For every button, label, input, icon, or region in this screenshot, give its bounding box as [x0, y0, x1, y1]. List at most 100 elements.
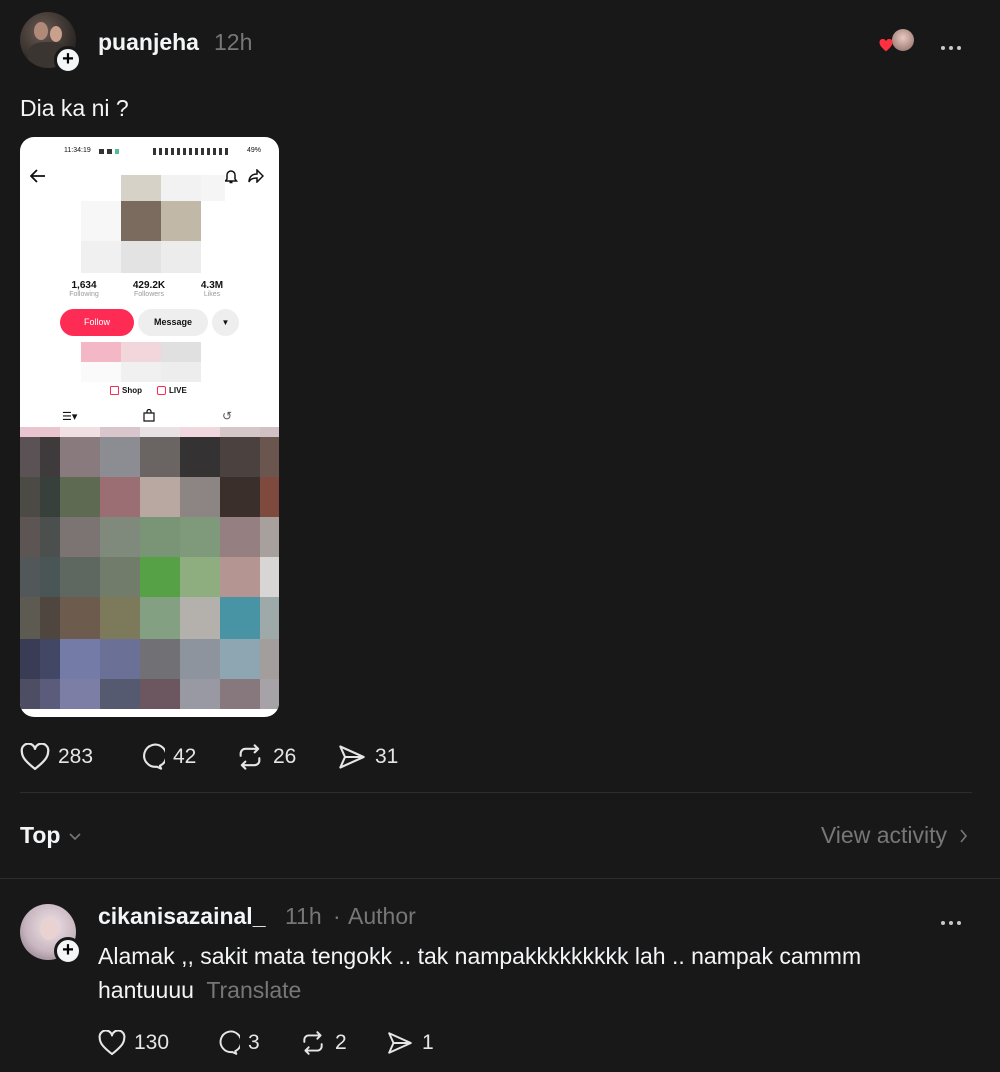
reply-more-icon[interactable] [941, 912, 965, 930]
repost-icon [303, 1031, 323, 1055]
share-button[interactable]: 31 [337, 743, 398, 771]
reply-button[interactable]: 42 [135, 743, 196, 771]
send-icon [388, 1032, 412, 1054]
stat-following[interactable]: 1,634 Following [62, 280, 106, 298]
dropdown-button[interactable]: ▼ [212, 309, 239, 336]
signal-icons [153, 148, 229, 155]
pixel-block [100, 597, 140, 639]
shop-tab-icon[interactable] [143, 408, 155, 427]
post-username[interactable]: puanjeha [98, 29, 199, 56]
view-activity-label: View activity [820, 822, 947, 848]
like-count: 283 [58, 745, 94, 768]
reply-count: 42 [173, 745, 197, 768]
stat-label: Followers [134, 291, 164, 298]
stat-value: 429.2K [132, 280, 166, 291]
pixel-block [260, 477, 279, 517]
pixel-block [140, 477, 180, 517]
bell-icon[interactable] [224, 168, 238, 189]
pixel-block [40, 679, 60, 709]
pixel-block [220, 427, 260, 437]
pixel-block [220, 517, 260, 557]
sort-label: Top [20, 822, 61, 848]
repost-count: 26 [273, 745, 297, 768]
share-icon[interactable] [248, 168, 265, 188]
message-button[interactable]: Message [138, 309, 208, 336]
author-badge: Author [348, 903, 416, 929]
reply-like-button[interactable]: 130 [98, 1030, 169, 1056]
follow-plus-icon[interactable]: + [54, 46, 82, 74]
pixel-block [60, 679, 100, 709]
share-count: 1 [422, 1031, 434, 1054]
pixel-block [180, 679, 220, 709]
pixel-block [220, 597, 260, 639]
liker-avatar[interactable] [892, 29, 914, 51]
stat-value: 1,634 [71, 280, 97, 291]
view-activity-link[interactable]: View activity [821, 822, 968, 849]
pixel-block [40, 437, 60, 477]
battery-level: 49% [247, 147, 262, 154]
reply-time: 11h [285, 903, 322, 929]
pixel-block [140, 597, 180, 639]
live-icon [157, 386, 166, 395]
follow-button[interactable]: Follow [60, 309, 134, 336]
translate-link[interactable]: Translate [206, 977, 301, 1003]
pixel-block [180, 477, 220, 517]
videos-tab-icon[interactable]: ☰▾ [62, 410, 77, 423]
like-button[interactable]: 283 [20, 743, 93, 771]
reply-reply-button[interactable]: 3 [212, 1030, 260, 1056]
pixel-block [140, 557, 180, 597]
repost-button[interactable]: 26 [235, 743, 296, 771]
like-count: 130 [134, 1031, 170, 1054]
pixel-block [140, 517, 180, 557]
pixel-block [260, 437, 279, 477]
pixel-block [220, 639, 260, 679]
repost-count: 2 [335, 1031, 347, 1054]
pixel-block [20, 557, 40, 597]
pixel-block [260, 639, 279, 679]
shop-link[interactable]: Shop [110, 386, 142, 395]
post-image[interactable]: 11:34:19 49% 1,634 Following 429.2K Foll… [20, 137, 279, 717]
post-text: Dia ka ni ? [20, 95, 129, 121]
divider [20, 792, 972, 793]
pixel-block [140, 427, 180, 437]
sort-dropdown[interactable]: Top [20, 822, 82, 849]
pixel-block [40, 597, 60, 639]
pixel-block [40, 639, 60, 679]
pixel-block [20, 517, 40, 557]
pixel-block [20, 639, 40, 679]
chevron-right-icon [960, 828, 968, 843]
pixel-block [20, 437, 40, 477]
stat-label: Likes [203, 291, 221, 298]
heart-badge-icon [879, 38, 893, 57]
shop-bag-icon [110, 386, 119, 395]
shop-label: Shop [122, 386, 142, 395]
repost-icon [239, 744, 261, 770]
reply-repost-button[interactable]: 2 [299, 1030, 347, 1056]
stat-likes[interactable]: 4.3M Likes [192, 280, 232, 298]
pixel-block [100, 679, 140, 709]
stat-followers[interactable]: 429.2K Followers [126, 280, 172, 298]
reply-body: Alamak ,, sakit mata tengokk .. tak namp… [98, 939, 958, 1007]
pixel-block [60, 557, 100, 597]
reply-username[interactable]: cikanisazainal_ [98, 903, 266, 930]
post-time: 12h [214, 29, 253, 55]
heart-icon [20, 743, 50, 770]
reply-share-button[interactable]: 1 [386, 1030, 434, 1056]
live-link[interactable]: LIVE [157, 386, 187, 395]
pixel-block [220, 557, 260, 597]
pixel-block [260, 427, 279, 437]
pixel-block [60, 437, 100, 477]
pixel-block [60, 597, 100, 639]
pixel-block [180, 597, 220, 639]
repost-tab-icon[interactable]: ↺ [222, 409, 232, 423]
post-more-icon[interactable] [941, 37, 965, 55]
pixel-block [60, 517, 100, 557]
follow-plus-icon[interactable]: + [54, 937, 82, 965]
back-arrow-icon[interactable] [29, 169, 46, 188]
status-icons [99, 149, 123, 154]
stat-label: Following [69, 291, 99, 298]
pixel-block [100, 427, 140, 437]
pixel-block [20, 427, 40, 437]
pixel-block [40, 557, 60, 597]
reply-separator: · [333, 903, 341, 929]
